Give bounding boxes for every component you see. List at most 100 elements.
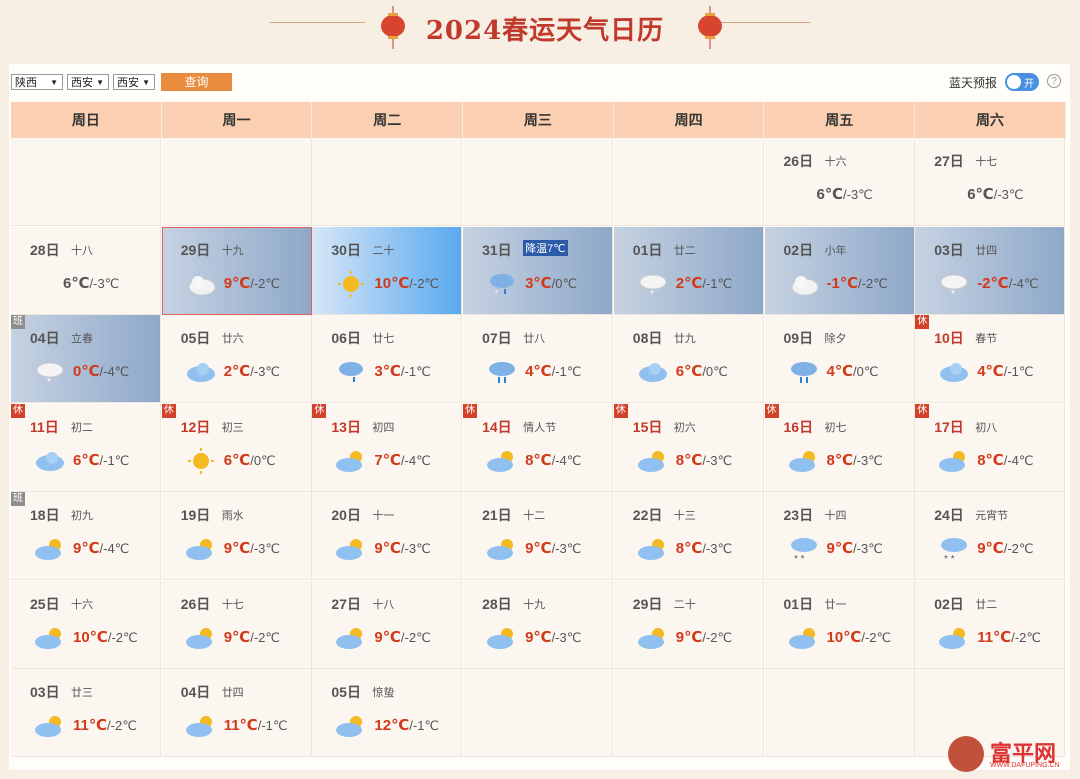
- day-cell[interactable]: 休 12日 初三 6℃/0℃: [161, 403, 312, 492]
- temp-low: /-2℃: [858, 275, 888, 291]
- day-cell[interactable]: 休 17日 初八 8℃/-4℃: [915, 403, 1066, 492]
- day-cell[interactable]: 23日 十四 * * 9℃/-3℃: [764, 492, 915, 580]
- holiday-badge: 休: [915, 315, 930, 329]
- day-cell[interactable]: 27日 十七 6℃/-3℃: [915, 138, 1066, 226]
- day-cell[interactable]: 31日 降温7℃ * 3℃/0℃: [463, 226, 614, 315]
- day-cell[interactable]: 21日 十二 9℃/-3℃: [463, 492, 614, 580]
- temperature: 6℃/0℃: [676, 362, 728, 380]
- lunar-date: 十四: [824, 510, 847, 522]
- day-cell[interactable]: 05日 惊蛰 12℃/-1℃: [312, 669, 463, 757]
- day-cell[interactable]: 03日 廿四 * -2℃/-4℃: [915, 226, 1066, 315]
- day-cell[interactable]: 06日 廿七 * 3℃/-1℃: [312, 315, 463, 403]
- city-select[interactable]: 西安 ▼: [67, 74, 109, 90]
- day-cell[interactable]: 30日 二十 10℃/-2℃: [312, 226, 463, 315]
- day-cell[interactable]: 22日 十三 8℃/-3℃: [613, 492, 764, 580]
- temp-low: /-4℃: [99, 364, 130, 379]
- day-cell[interactable]: 01日 廿二 * 2℃/-1℃: [613, 226, 764, 315]
- partly-cloudy-icon: [636, 448, 670, 474]
- temp-low: /-2℃: [1011, 629, 1041, 645]
- day-cell[interactable]: 02日 小年 -1℃/-2℃: [764, 226, 915, 315]
- partly-cloudy-icon: [33, 713, 67, 739]
- day-cell[interactable]: 28日 十九 9℃/-3℃: [463, 580, 614, 669]
- day-cell[interactable]: 休 11日 初二 6℃/-1℃: [11, 403, 161, 492]
- partly-cloudy-icon: [184, 536, 218, 562]
- lunar-date: 惊蛰: [372, 687, 395, 699]
- temperature: 9℃/-2℃: [224, 628, 280, 646]
- cloud-blue-icon: [636, 359, 670, 385]
- weekday-label: 周日: [11, 102, 162, 138]
- lunar-date: 十一: [372, 510, 395, 522]
- day-number: 29日: [180, 241, 211, 258]
- temperature: 10℃/-2℃: [827, 628, 892, 646]
- temp-high: 2℃: [223, 363, 251, 380]
- day-cell[interactable]: 08日 廿九 6℃/0℃: [613, 315, 764, 403]
- empty-day-cell: [161, 138, 312, 226]
- temp-low: /-3℃: [853, 452, 883, 468]
- day-number: 13日: [331, 418, 361, 435]
- lantern-icon: [698, 6, 722, 49]
- temp-high: 10℃: [73, 628, 108, 646]
- day-cell[interactable]: 休 10日 春节 4℃/-1℃: [915, 315, 1066, 403]
- temp-high: 4℃: [525, 363, 552, 380]
- day-cell[interactable]: 休 14日 情人节 8℃/-4℃: [463, 403, 614, 492]
- day-cell[interactable]: 25日 十六 10℃/-2℃: [11, 580, 161, 669]
- temp-high: 9℃: [374, 540, 401, 557]
- temperature: 9℃/-3℃: [224, 539, 280, 557]
- day-cell[interactable]: 29日 二十 9℃/-2℃: [613, 580, 764, 669]
- calendar-panel: 陕西 ▼ 西安 ▼ 西安 ▼ 查询 蓝天预报 开 ? 周日 周一 周二 周三 周四 周…: [9, 64, 1070, 770]
- temp-high: 10℃: [374, 274, 410, 292]
- day-cell[interactable]: 24日 元宵节 * * 9℃/-2℃: [915, 492, 1066, 580]
- day-cell[interactable]: 07日 廿八 4℃/-1℃: [463, 315, 614, 403]
- forecast-toggle[interactable]: 开: [1005, 73, 1039, 91]
- district-select[interactable]: 西安 ▼: [113, 74, 155, 90]
- day-number: 29日: [632, 595, 663, 612]
- lunar-date: 元宵节: [975, 510, 1009, 522]
- day-cell[interactable]: 休 13日 初四 7℃/-4℃: [312, 403, 463, 492]
- day-number: 03日: [934, 241, 964, 258]
- day-cell[interactable]: 19日 雨水 9℃/-3℃: [161, 492, 312, 580]
- day-cell[interactable]: 01日 廿一 10℃/-2℃: [764, 580, 915, 669]
- lunar-date: 十六: [824, 156, 847, 168]
- temperature: 6℃/0℃: [224, 451, 276, 469]
- toggle-knob: [1007, 75, 1021, 89]
- day-cell[interactable]: 29日 十九 9℃/-2℃: [161, 226, 312, 315]
- weekday-label: 周五: [764, 102, 916, 138]
- temp-high: 7℃: [374, 451, 401, 469]
- day-number: 05日: [331, 684, 361, 700]
- day-cell[interactable]: 班 18日 初九 9℃/-4℃: [11, 492, 161, 580]
- day-cell[interactable]: 02日 廿二 11℃/-2℃: [915, 580, 1066, 669]
- temp-low: /-3℃: [250, 364, 280, 379]
- day-number: 21日: [482, 507, 512, 523]
- temp-low: /-3℃: [702, 452, 733, 468]
- day-cell[interactable]: 09日 除夕 4℃/0℃: [764, 315, 915, 403]
- temperature: 10℃/-2℃: [374, 274, 439, 292]
- holiday-badge: 休: [764, 403, 779, 418]
- day-cell[interactable]: 休 16日 初七 8℃/-3℃: [764, 403, 915, 492]
- temperature: -2℃/-4℃: [977, 274, 1038, 292]
- day-number: 06日: [331, 330, 361, 346]
- province-select[interactable]: 陕西 ▼: [11, 74, 63, 90]
- day-number: 26日: [180, 595, 211, 612]
- lunar-date: 廿一: [824, 598, 847, 611]
- day-cell[interactable]: 27日 十八 9℃/-2℃: [312, 580, 463, 669]
- temperature: 2℃/-3℃: [224, 362, 280, 380]
- day-number: 24日: [934, 507, 964, 523]
- temp-high: 10℃: [826, 628, 862, 646]
- day-cell[interactable]: 休 15日 初六 8℃/-3℃: [613, 403, 764, 492]
- lunar-date: 廿三: [71, 687, 93, 699]
- day-cell[interactable]: 03日 廿三 11℃/-2℃: [11, 669, 161, 757]
- query-button[interactable]: 查询: [161, 73, 232, 91]
- day-cell[interactable]: 26日 十七 9℃/-2℃: [161, 580, 312, 669]
- day-cell[interactable]: 20日 十一 9℃/-3℃: [312, 492, 463, 580]
- day-cell[interactable]: 班 04日 立春 * 0℃/-4℃: [11, 315, 161, 403]
- day-cell[interactable]: 05日 廿六 2℃/-3℃: [161, 315, 312, 403]
- temperature: 3℃/0℃: [525, 274, 577, 292]
- lunar-date: 初二: [71, 421, 93, 434]
- day-cell[interactable]: 28日 十八 6℃/-3℃: [11, 226, 161, 315]
- temp-high: 11℃: [977, 628, 1012, 646]
- day-cell[interactable]: 26日 十六 6℃/-3℃: [764, 138, 915, 226]
- temperature: 6℃/-1℃: [73, 451, 129, 469]
- help-icon[interactable]: ?: [1047, 74, 1061, 88]
- partly-cloudy-icon: [334, 448, 368, 474]
- day-cell[interactable]: 04日 廿四 11℃/-1℃: [161, 669, 312, 757]
